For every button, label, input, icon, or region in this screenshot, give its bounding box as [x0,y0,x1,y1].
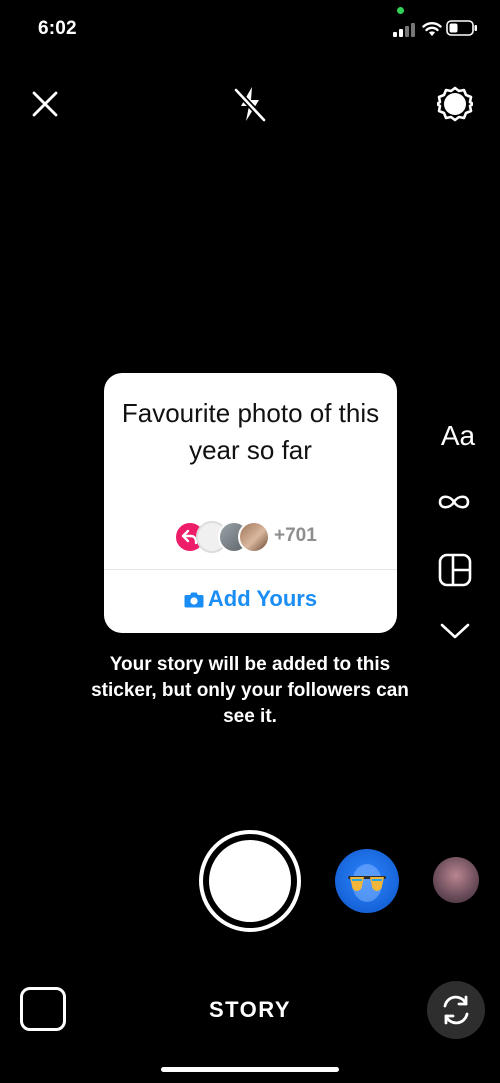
capture-button[interactable] [199,830,301,932]
signal-icon [393,23,415,37]
flip-camera-icon[interactable] [427,981,485,1039]
add-yours-sticker[interactable]: Favourite photo of this year so far +701… [104,373,397,633]
sunglasses-effect-icon [348,864,386,902]
sticker-info-text: Your story will be added to this sticker… [91,654,409,727]
flash-off-icon[interactable] [232,84,268,124]
status-time: 6:02 [38,18,77,39]
effect-sunglasses-button[interactable] [335,849,399,913]
settings-gear-icon[interactable] [437,86,473,122]
add-yours-button[interactable]: Add Yours [104,586,397,612]
sticker-divider [104,569,397,570]
add-yours-label: Add Yours [207,586,318,611]
wifi-icon [422,22,442,36]
battery-icon [446,20,477,36]
effect-avatar-button[interactable] [433,857,479,903]
chevron-down-icon[interactable] [439,621,471,641]
participants-count: +701 [274,525,317,546]
capture-button-inner [209,840,291,922]
participants-row[interactable]: +701 [174,519,334,553]
privacy-indicator-dot [397,7,404,14]
camera-icon [184,592,204,608]
home-indicator [161,1067,339,1072]
mode-label-story[interactable]: STORY [0,997,500,1023]
text-tool-button[interactable]: Aa [438,420,478,452]
close-icon[interactable] [31,90,59,118]
infinity-icon[interactable] [436,490,472,514]
layout-icon[interactable] [438,553,472,587]
participant-avatar [238,521,270,553]
sticker-title: Favourite photo of this year so far [121,398,380,465]
